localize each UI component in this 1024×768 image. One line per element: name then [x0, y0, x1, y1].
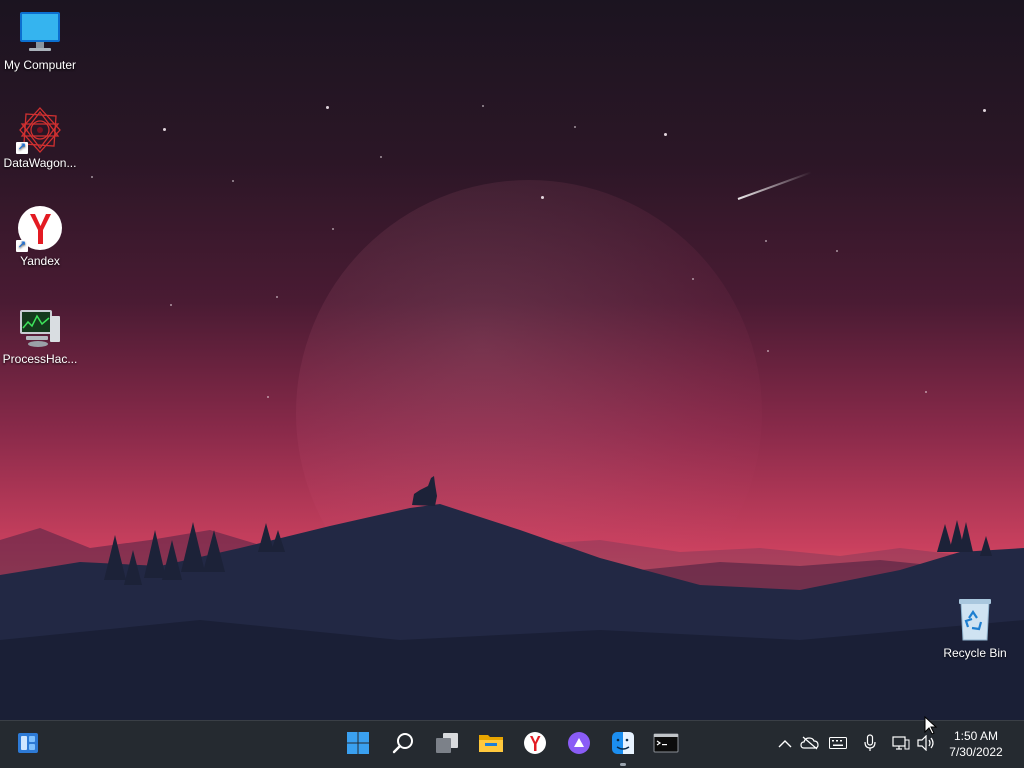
recycle-bin-icon — [951, 596, 999, 644]
alice-assistant-icon — [567, 731, 591, 760]
desktop-icon-my-computer[interactable]: My Computer — [0, 8, 80, 72]
process-hacker-icon — [16, 302, 64, 350]
finder-app-button[interactable] — [607, 729, 639, 766]
clock-time: 1:50 AM — [953, 729, 999, 743]
desktop-icon-label: Yandex — [20, 254, 60, 268]
finder-icon — [611, 731, 635, 760]
desktop-icon-label: ProcessHac... — [2, 352, 78, 366]
cloud-offline-icon — [800, 736, 820, 755]
task-view-icon — [434, 731, 460, 760]
desktop-icon-label: Recycle Bin — [943, 646, 1007, 660]
keyboard-tray-button[interactable] — [827, 733, 849, 757]
volume-icon — [916, 734, 936, 756]
datawagon-icon: ↗ — [16, 106, 64, 154]
desktop-icon-label: DataWagon... — [3, 156, 77, 170]
mouse-cursor-icon — [924, 716, 938, 735]
search-button[interactable] — [387, 729, 419, 761]
onedrive-tray-button[interactable] — [799, 733, 821, 757]
widgets-button[interactable] — [12, 729, 44, 761]
file-explorer-button[interactable] — [475, 729, 507, 761]
file-explorer-icon — [478, 731, 504, 760]
terminal-icon — [653, 731, 679, 760]
desktop-icon-label: My Computer — [3, 58, 77, 72]
desktop-icon-yandex[interactable]: ↗ Yandex — [0, 204, 80, 268]
desktop[interactable]: My Computer ↗ DataWagon... ↗ Yandex Proc… — [0, 0, 1024, 720]
microphone-tray-button[interactable] — [859, 733, 881, 757]
network-icon — [892, 735, 910, 756]
desktop-icon-processhacker[interactable]: ProcessHac... — [0, 302, 80, 366]
alice-button[interactable] — [563, 729, 595, 761]
landscape-silhouette — [0, 476, 1024, 720]
keyboard-icon — [829, 736, 847, 754]
yandex-browser-icon: ↗ — [16, 204, 64, 252]
shortcut-arrow-icon: ↗ — [16, 240, 28, 252]
widgets-icon — [16, 731, 40, 760]
yandex-browser-icon — [523, 731, 547, 760]
volume-tray-button[interactable] — [915, 733, 937, 757]
desktop-icon-datawagon[interactable]: ↗ DataWagon... — [0, 106, 80, 170]
clock-date: 7/30/2022 — [949, 745, 1003, 759]
shortcut-arrow-icon: ↗ — [16, 142, 28, 154]
network-tray-button[interactable] — [890, 733, 912, 757]
desktop-icon-recycle-bin[interactable]: Recycle Bin — [934, 596, 1016, 660]
search-icon — [391, 731, 415, 760]
start-windows-icon — [346, 731, 370, 760]
start-button[interactable] — [342, 729, 374, 761]
chevron-up-icon — [778, 736, 792, 754]
show-hidden-icons-button[interactable] — [774, 733, 796, 757]
taskbar: 1:50 AM 7/30/2022 — [0, 720, 1024, 768]
terminal-button[interactable] — [650, 729, 682, 761]
monitor-icon — [16, 8, 64, 56]
microphone-icon — [863, 733, 877, 757]
clock[interactable]: 1:50 AM 7/30/2022 — [940, 728, 1012, 760]
task-view-button[interactable] — [431, 729, 463, 761]
yandex-taskbar-button[interactable] — [519, 729, 551, 761]
